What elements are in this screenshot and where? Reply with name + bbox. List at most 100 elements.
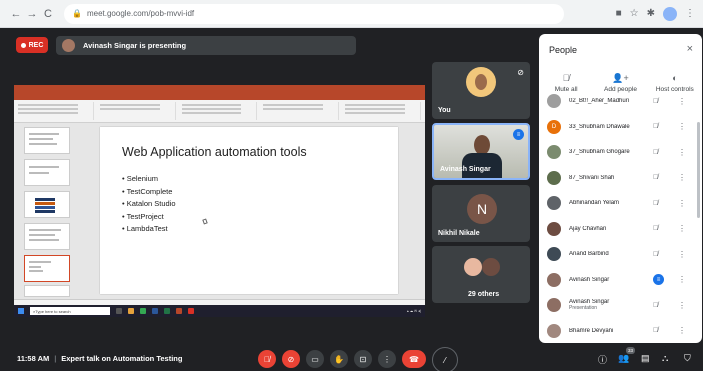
mic-off-icon[interactable]: 🎙̸ bbox=[653, 200, 658, 207]
slide-bullet-list: Selenium TestComplete Katalon Studio Tes… bbox=[122, 174, 176, 237]
speaking-indicator-icon[interactable]: ≡ bbox=[653, 274, 664, 285]
raise-hand-button[interactable]: ✋ bbox=[330, 350, 348, 368]
participant-name-block: 37_Shubham Ghogare bbox=[569, 149, 654, 155]
mic-off-icon[interactable]: 🎙̸ bbox=[653, 98, 658, 105]
address-bar[interactable]: 🔒 meet.google.com/pob-mvvi-idf bbox=[64, 3, 564, 24]
tile-name-nikhil: Nikhil Nikale bbox=[438, 230, 480, 237]
slide-thumbnail bbox=[24, 159, 70, 186]
participant-more-icon[interactable]: ⋮ bbox=[678, 173, 686, 182]
participant-name: 87_Shivani Shah bbox=[569, 174, 615, 181]
shared-screen: Web Application automation tools Seleniu… bbox=[14, 85, 425, 317]
mic-off-icon[interactable]: 🎙̸ bbox=[653, 149, 658, 156]
participant-more-icon[interactable]: ⋮ bbox=[678, 122, 686, 131]
windows-start-icon[interactable] bbox=[18, 308, 24, 314]
participant-row[interactable]: Avinash Singar ≡ ⋮ bbox=[539, 267, 697, 293]
windows-taskbar: ⌕ Type here to search ▴ ☁ ✉ ◂) bbox=[14, 305, 425, 317]
back-button[interactable]: ← bbox=[8, 8, 24, 20]
participant-name: 02_Bt!!_Aher_Madhuri bbox=[569, 98, 630, 104]
panel-scrollbar[interactable] bbox=[697, 122, 700, 218]
participant-more-icon[interactable]: ⋮ bbox=[678, 250, 686, 259]
mic-off-icon[interactable]: 🎙̸ bbox=[653, 123, 658, 130]
participant-more-icon[interactable]: ⋮ bbox=[678, 275, 686, 284]
mic-off-icon[interactable]: 🎙̸ bbox=[653, 327, 658, 334]
captions-button[interactable]: ▭ bbox=[306, 350, 324, 368]
tile-you[interactable]: ⊘ You bbox=[432, 62, 530, 119]
activities-icon[interactable]: ⛬ bbox=[662, 353, 668, 364]
chat-icon[interactable]: ▤ bbox=[641, 353, 650, 364]
participant-name-block: Abhinandan Yelam bbox=[569, 200, 654, 206]
close-icon[interactable]: × bbox=[687, 43, 693, 55]
participant-row[interactable]: Anand Barbind 🎙̸ ⋮ bbox=[539, 241, 697, 267]
participant-row[interactable]: Bhamre Devyani 🎙̸ ⋮ bbox=[539, 318, 697, 344]
participant-more-icon[interactable]: ⋮ bbox=[678, 199, 686, 208]
tile-others[interactable]: 29 others bbox=[432, 246, 530, 303]
excel-icon[interactable] bbox=[164, 308, 170, 314]
participant-more-icon[interactable]: ⋮ bbox=[678, 301, 686, 310]
tile-presenter[interactable]: ≡ Avinash Singar bbox=[432, 123, 530, 180]
mic-toggle-button[interactable]: 🎙̸ bbox=[258, 350, 276, 368]
participant-more-icon[interactable]: ⋮ bbox=[678, 97, 686, 106]
reactions-button[interactable]: ⁄ bbox=[432, 347, 458, 371]
mic-off-icon[interactable]: 🎙̸ bbox=[653, 302, 658, 309]
participant-avatar: D bbox=[547, 119, 561, 134]
camera-toggle-button[interactable]: ⊘ bbox=[282, 350, 300, 368]
participant-row[interactable]: D 33_Shubham Dhawale 🎙̸ ⋮ bbox=[539, 114, 697, 140]
participant-row[interactable]: 02_Bt!!_Aher_Madhuri 🎙̸ ⋮ bbox=[539, 88, 697, 114]
more-options-button[interactable]: ⋮ bbox=[378, 350, 396, 368]
mic-off-icon[interactable]: 🎙̸ bbox=[653, 251, 658, 258]
mic-off-icon[interactable]: 🎙̸ bbox=[653, 174, 658, 181]
mic-off-icon: ⊘ bbox=[517, 68, 524, 77]
slide-bullet: LambdaTest bbox=[122, 224, 176, 237]
powerpoint-icon[interactable] bbox=[176, 308, 182, 314]
leave-call-button[interactable]: ☎ bbox=[402, 350, 426, 368]
presenting-text: Avinash Singar is presenting bbox=[83, 41, 187, 50]
forward-button[interactable]: → bbox=[24, 8, 40, 20]
taskbar-search-input[interactable]: ⌕ Type here to search bbox=[30, 307, 110, 315]
word-icon[interactable] bbox=[152, 308, 158, 314]
url-text: meet.google.com/pob-mvvi-idf bbox=[86, 9, 195, 18]
meeting-info: 11:58 AM | Expert talk on Automation Tes… bbox=[17, 354, 182, 363]
task-view-icon[interactable] bbox=[116, 308, 122, 314]
rec-label: REC bbox=[28, 41, 44, 49]
participant-row[interactable]: Avinash Singar Presentation 🎙̸ ⋮ bbox=[539, 292, 697, 318]
participant-row[interactable]: 87_Shivani Shah 🎙̸ ⋮ bbox=[539, 165, 697, 191]
ribbon-group bbox=[18, 102, 94, 120]
captions-icon: ▭ bbox=[311, 354, 319, 364]
phone-hangup-icon: ☎ bbox=[409, 354, 419, 364]
participant-row[interactable]: Abhinandan Yelam 🎙̸ ⋮ bbox=[539, 190, 697, 216]
participant-more-icon[interactable]: ⋮ bbox=[678, 326, 686, 335]
toggle-icon: ◐ bbox=[672, 73, 678, 83]
more-vert-icon: ⋮ bbox=[383, 354, 391, 364]
people-icon[interactable]: 👥 bbox=[618, 353, 629, 364]
info-icon[interactable]: ⓘ bbox=[598, 353, 607, 366]
mic-off-icon[interactable]: 🎙̸ bbox=[653, 225, 658, 232]
participant-avatar bbox=[547, 298, 561, 312]
participant-row[interactable]: Ajay Chavhan 🎙̸ ⋮ bbox=[539, 216, 697, 242]
participant-more-icon[interactable]: ⋮ bbox=[678, 148, 686, 157]
participant-name-block: Avinash Singar Presentation bbox=[569, 299, 654, 311]
reload-button[interactable]: C bbox=[40, 8, 56, 20]
bookmark-star-icon[interactable]: ☆ bbox=[630, 8, 639, 19]
extensions-icon[interactable]: ✱ bbox=[647, 8, 655, 19]
present-button[interactable]: ⊡ bbox=[354, 350, 372, 368]
tile-nikhil[interactable]: N Nikhil Nikale bbox=[432, 185, 530, 242]
participant-row[interactable]: 37_Shubham Ghogare 🎙̸ ⋮ bbox=[539, 139, 697, 165]
present-icon: ⊡ bbox=[359, 354, 367, 364]
participant-more-icon[interactable]: ⋮ bbox=[678, 224, 686, 233]
app-icon[interactable] bbox=[188, 308, 194, 314]
host-shield-icon[interactable]: ⛉ bbox=[684, 353, 691, 364]
file-explorer-icon[interactable] bbox=[128, 308, 134, 314]
chrome-icon[interactable] bbox=[140, 308, 146, 314]
browser-menu-icon[interactable]: ⋮ bbox=[685, 8, 695, 19]
camera-indicator-icon[interactable]: ■ bbox=[616, 8, 622, 19]
ppt-ribbon bbox=[14, 100, 425, 123]
meeting-title: Expert talk on Automation Testing bbox=[61, 354, 183, 363]
ribbon-group bbox=[99, 102, 176, 120]
slide-thumbnails bbox=[16, 125, 74, 297]
profile-avatar[interactable] bbox=[663, 6, 677, 21]
nikhil-avatar: N bbox=[467, 194, 497, 224]
speaking-indicator-icon: ≡ bbox=[513, 129, 524, 140]
ribbon-group bbox=[181, 102, 258, 120]
record-dot-icon bbox=[20, 42, 26, 48]
browser-toolbar: ← → C 🔒 meet.google.com/pob-mvvi-idf ■ ☆… bbox=[0, 0, 703, 28]
